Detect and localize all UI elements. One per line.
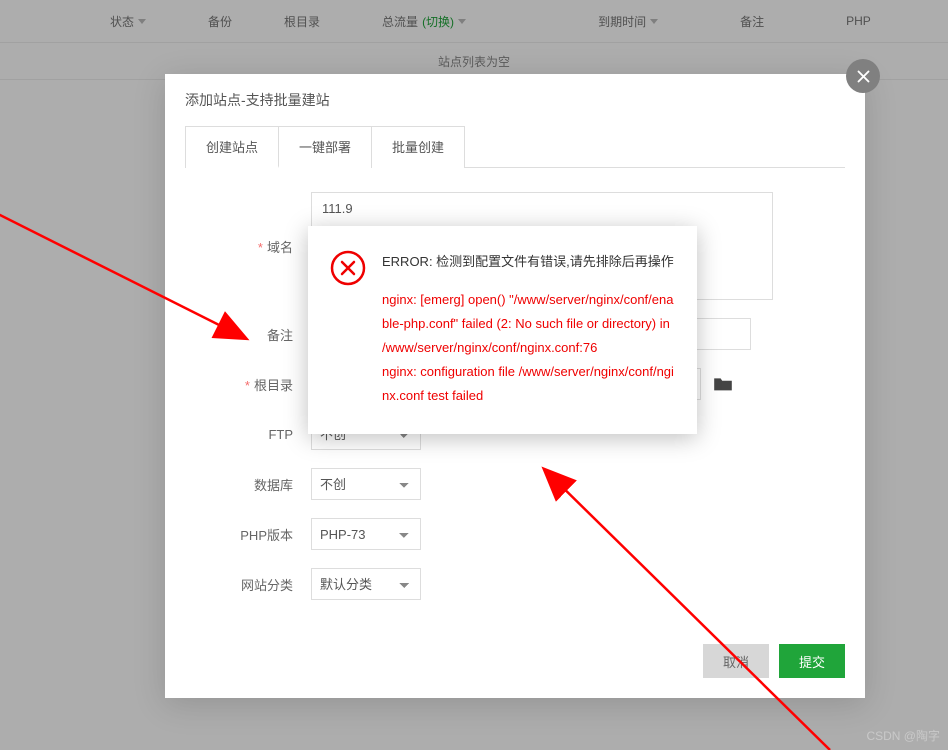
modal-tabs: 创建站点 一键部署 批量创建 bbox=[185, 126, 465, 168]
label-ftp: FTP bbox=[193, 427, 311, 442]
cancel-button[interactable]: 取消 bbox=[703, 644, 769, 678]
label-php: PHP版本 bbox=[193, 525, 311, 544]
error-message: nginx: [emerg] open() "/www/server/nginx… bbox=[382, 288, 675, 408]
submit-button[interactable]: 提交 bbox=[779, 644, 845, 678]
label-domain: *域名 bbox=[193, 237, 311, 256]
tab-batch[interactable]: 批量创建 bbox=[372, 127, 464, 168]
label-remark: 备注 bbox=[193, 325, 311, 344]
php-select[interactable]: PHP-73 bbox=[311, 518, 421, 550]
db-select[interactable]: 不创 bbox=[311, 468, 421, 500]
tab-create-site[interactable]: 创建站点 bbox=[186, 127, 279, 168]
label-root: *根目录 bbox=[193, 375, 311, 394]
tab-one-click[interactable]: 一键部署 bbox=[279, 127, 372, 168]
watermark: CSDN @陶字 bbox=[866, 727, 940, 744]
error-popup: ERROR: 检测到配置文件有错误,请先排除后再操作 nginx: [emerg… bbox=[308, 226, 697, 434]
folder-icon[interactable] bbox=[713, 376, 733, 392]
label-category: 网站分类 bbox=[193, 575, 311, 594]
close-icon[interactable] bbox=[846, 59, 880, 93]
category-select[interactable]: 默认分类 bbox=[311, 568, 421, 600]
error-title: ERROR: 检测到配置文件有错误,请先排除后再操作 bbox=[382, 250, 675, 274]
label-db: 数据库 bbox=[193, 475, 311, 494]
modal-title: 添加站点-支持批量建站 bbox=[165, 74, 865, 126]
error-icon bbox=[330, 250, 366, 408]
